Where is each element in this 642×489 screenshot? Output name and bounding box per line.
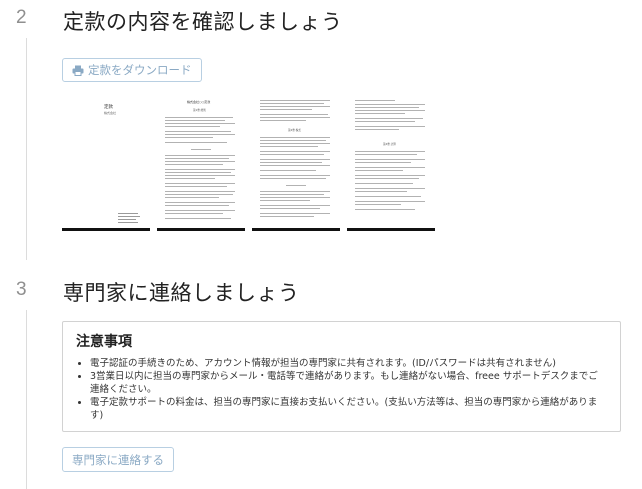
notice-item: 電子認証の手続きのため、アカウント情報が担当の専門家に共有されます。(ID/パス… (90, 357, 607, 370)
notice-item: 3営業日以内に担当の専門家からメール・電話等で連絡があります。もし連絡がない場合… (90, 370, 607, 396)
printer-icon (72, 65, 84, 76)
download-articles-label: 定款をダウンロード (88, 63, 192, 77)
step-number: 2 (16, 7, 27, 28)
page-heading: 定款 (104, 103, 113, 110)
page-lines: 第2章 株式 (260, 100, 330, 217)
notice-box: 注意事項 電子認証の手続きのため、アカウント情報が担当の専門家に共有されます。(… (62, 321, 621, 432)
page-subheading: 第1章 総則 (193, 108, 206, 112)
page-lines: 定款 株式会社 (104, 103, 140, 223)
notice-item: 電子定款サポートの料金は、担当の専門家に直接お支払いください。(支払い方法等は、… (90, 396, 607, 422)
articles-page-thumbnail[interactable]: 第4章 計算 (347, 95, 435, 231)
page-lines: 第4章 計算 (355, 100, 425, 210)
page-subheading: 第2章 株式 (288, 128, 301, 132)
notice-title: 注意事項 (76, 334, 132, 350)
page-subheading: 第4章 計算 (383, 142, 396, 146)
step-number: 3 (16, 279, 27, 300)
timeline-line-step3 (26, 310, 27, 489)
download-articles-button[interactable]: 定款をダウンロード (62, 58, 202, 82)
contact-expert-label: 専門家に連絡する (72, 452, 164, 467)
step-title: 専門家に連絡しましょう (63, 281, 300, 305)
contact-expert-button[interactable]: 専門家に連絡する (62, 447, 174, 472)
timeline-line-step2 (26, 38, 27, 260)
articles-page-thumbnail[interactable]: 第2章 株式 (252, 95, 340, 231)
articles-page-thumbnail[interactable]: 定款 株式会社 (62, 95, 150, 231)
page-heading: 株式会社○○定款 (187, 99, 210, 104)
notice-list: 電子認証の手続きのため、アカウント情報が担当の専門家に共有されます。(ID/パス… (76, 357, 607, 422)
step-title: 定款の内容を確認しましょう (63, 10, 343, 34)
articles-page-thumbnail[interactable]: 株式会社○○定款 第1章 総則 (157, 95, 245, 231)
page-subheading: 株式会社 (104, 110, 116, 115)
articles-preview: 定款 株式会社 株式会社○○定款 第1章 総則 第2章 株式 第4章 計算 (62, 95, 442, 231)
page-lines: 株式会社○○定款 第1章 総則 (165, 99, 235, 219)
